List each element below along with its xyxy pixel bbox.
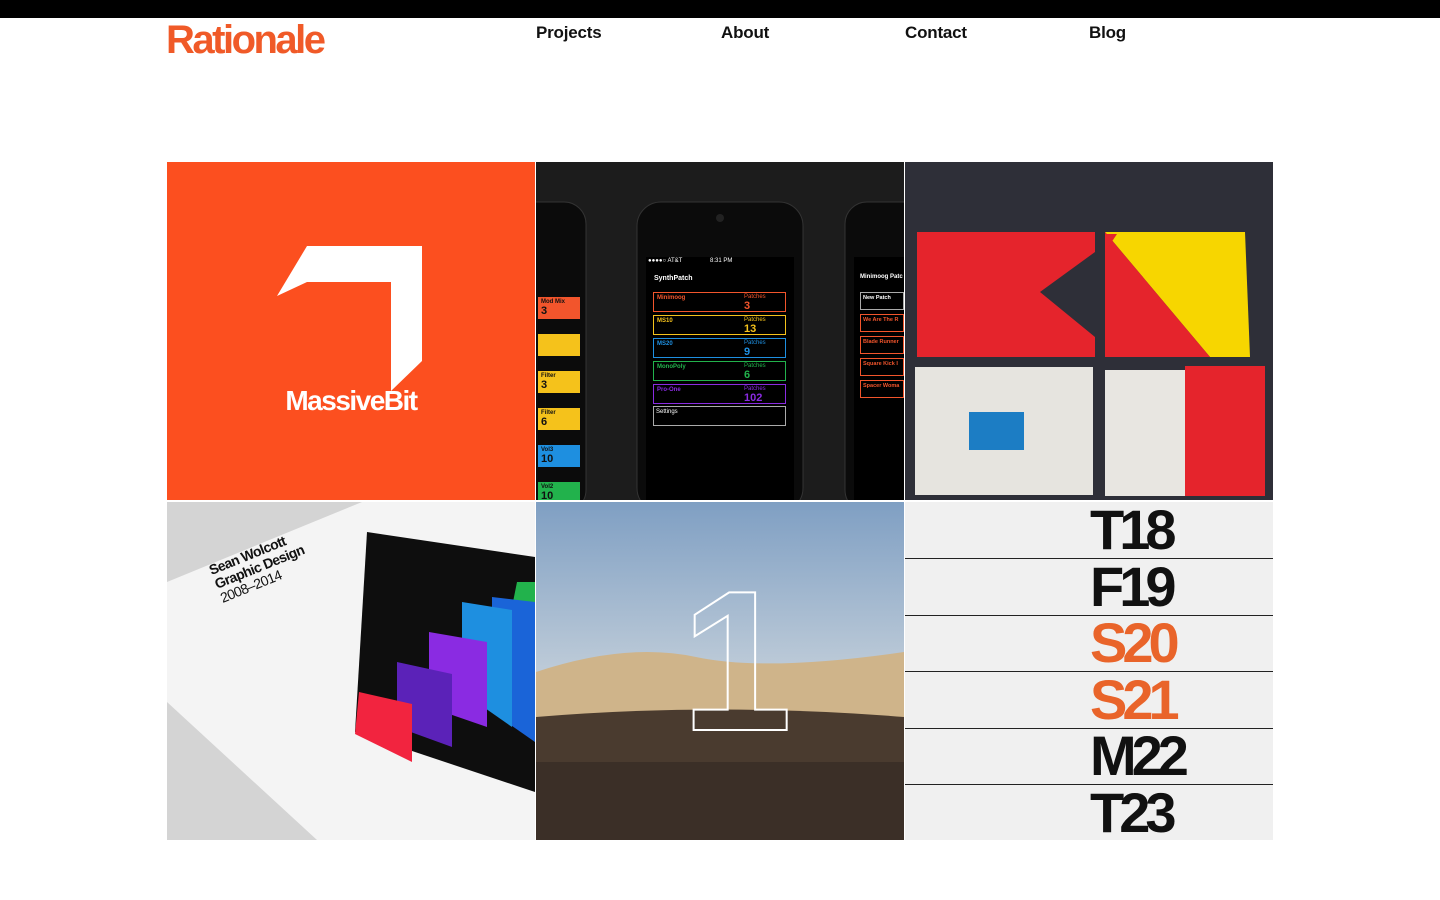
synth-row-count: 3 bbox=[744, 300, 751, 312]
synth-row-count: 6 bbox=[744, 369, 751, 381]
site-logo[interactable]: Rationale bbox=[166, 18, 326, 62]
phone-carrier: ●●●●○ AT&T bbox=[648, 258, 683, 264]
massivebit-logo-icon bbox=[277, 246, 422, 391]
timetable-rule bbox=[905, 558, 1273, 559]
left-phone-item bbox=[538, 334, 580, 356]
synth-row-count: 102 bbox=[744, 392, 763, 404]
right-phone-item: We Are The R bbox=[860, 314, 904, 332]
project-tile-timetable[interactable]: T18 F19 S20 S21 M22 T23 bbox=[905, 502, 1273, 840]
timetable-line: T23 bbox=[1090, 780, 1176, 840]
right-phone-item: Blade Runner bbox=[860, 336, 904, 354]
left-phone-item: Vol3 10 bbox=[538, 445, 580, 467]
synth-row: MS20 Patches 9 bbox=[653, 338, 786, 358]
synth-row-count: 13 bbox=[744, 323, 757, 335]
timetable-rule bbox=[905, 671, 1273, 672]
left-phone-item-value: 3 bbox=[541, 379, 548, 391]
massivebit-wordmark: MassiveBit bbox=[285, 385, 418, 416]
project-tile-wood-blocks[interactable] bbox=[905, 162, 1273, 500]
timetable-line: T18 bbox=[1090, 502, 1176, 561]
left-phone-item: Vol2 10 bbox=[538, 482, 580, 500]
timetable-rule bbox=[905, 784, 1273, 785]
left-phone-item-value: 3 bbox=[541, 305, 548, 317]
synth-row-name: MonoPoly bbox=[657, 364, 686, 370]
app-title: SynthPatch bbox=[654, 275, 693, 282]
nav-about[interactable]: About bbox=[721, 22, 769, 44]
synth-row: MS10 Patches 13 bbox=[653, 315, 786, 335]
timetable-rule bbox=[905, 614, 1273, 616]
book-cover-image bbox=[167, 502, 535, 840]
synth-row: Minimoog Patches 3 bbox=[653, 292, 786, 312]
synth-row-name: MS20 bbox=[657, 341, 673, 347]
left-phone-item-value: 6 bbox=[541, 416, 548, 428]
left-phone-item: Filter 3 bbox=[538, 371, 580, 393]
left-phone-item-value: 10 bbox=[541, 453, 554, 465]
right-phone-item: New Patch bbox=[860, 292, 904, 310]
nav-contact[interactable]: Contact bbox=[905, 22, 967, 44]
nav-blog[interactable]: Blog bbox=[1089, 22, 1126, 44]
right-phone-title: Minimoog Patc bbox=[860, 274, 903, 280]
project-tile-book[interactable]: Sean Wolcott Graphic Design 2008–2014 bbox=[167, 502, 535, 840]
project-grid: MassiveBit ●●●●○ AT&T 8:31 PM SynthPatch… bbox=[167, 162, 1273, 840]
timetable-rule bbox=[905, 727, 1273, 729]
main-nav: Projects About Contact Blog bbox=[536, 22, 1272, 46]
right-phone-item: Square Kick I bbox=[860, 358, 904, 376]
nav-projects[interactable]: Projects bbox=[536, 22, 602, 44]
project-tile-synthpatch[interactable]: ●●●●○ AT&T 8:31 PM SynthPatch Minimoog Pa… bbox=[536, 162, 904, 500]
project-tile-massivebit[interactable]: MassiveBit bbox=[167, 162, 535, 500]
synth-row: MonoPoly Patches 6 bbox=[653, 361, 786, 381]
left-phone-item: Filter 6 bbox=[538, 408, 580, 430]
left-phone-item: Mod Mix 3 bbox=[538, 297, 580, 319]
timetable-line: S20 bbox=[1090, 611, 1180, 674]
synth-row-name: Minimoog bbox=[657, 295, 686, 301]
timetable-line: S21 bbox=[1090, 667, 1180, 731]
left-phone-item-value: 10 bbox=[541, 490, 554, 501]
wood-blocks-icon bbox=[905, 162, 1273, 500]
phone-time: 8:31 PM bbox=[710, 258, 733, 264]
settings-row: Settings bbox=[653, 406, 786, 426]
numeral-one: 1 bbox=[680, 550, 793, 773]
synth-row: Pro-One Patches 102 bbox=[653, 384, 786, 404]
right-phone-item: Spacer Woma bbox=[860, 380, 904, 398]
timetable-line: M22 bbox=[1090, 724, 1189, 787]
synth-row-name: MS10 bbox=[657, 318, 673, 324]
synth-row-count: 9 bbox=[744, 346, 751, 358]
synth-row-name: Pro-One bbox=[657, 387, 681, 393]
timetable-line: F19 bbox=[1090, 554, 1176, 618]
top-bar bbox=[0, 0, 1440, 18]
project-tile-field-one[interactable]: 1 bbox=[536, 502, 904, 840]
